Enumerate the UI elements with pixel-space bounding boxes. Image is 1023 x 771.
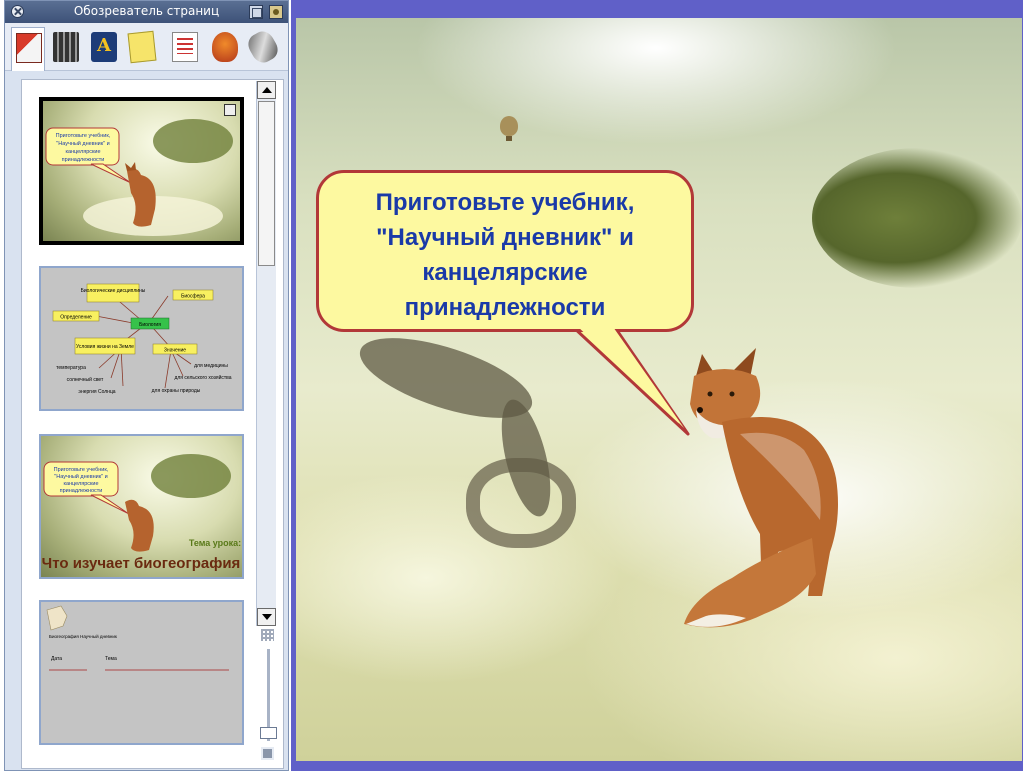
thumb-line: принадлежности (62, 157, 105, 163)
panel-title: Обозреватель страниц (73, 4, 220, 18)
notes-icon (127, 30, 157, 64)
callout-line: принадлежности (404, 294, 606, 321)
map-node: Определение (60, 315, 92, 321)
thumb-line: Тема (105, 656, 117, 662)
map-node: Биология (139, 322, 161, 328)
autohide-icon[interactable] (269, 5, 283, 19)
page-sorter-icon (16, 33, 42, 63)
dock-icon[interactable] (249, 5, 263, 19)
tab-notes[interactable] (125, 27, 159, 67)
slide-canvas-frame: Приготовьте учебник, "Научный дневник" и… (291, 0, 1023, 771)
page-thumbnail-list[interactable]: Приготовьте учебник, "Научный дневник" и… (21, 79, 284, 769)
map-node: Биологические дисциплины (81, 288, 146, 294)
thumb-topic-label: Тема урока: (189, 538, 241, 548)
thumbnail-image: Приготовьте учебник, "Научный дневник" и… (41, 436, 242, 577)
small-thumbnails-icon[interactable] (261, 629, 274, 641)
pen-tools-icon (244, 27, 282, 67)
callout-line: "Научный дневник" и (376, 224, 634, 251)
thumbnail-image: Приготовьте учебник, "Научный дневник" и… (43, 101, 240, 241)
callout-line: канцелярские (422, 259, 588, 286)
thumb-line: канцелярские (63, 481, 98, 487)
tree-image (812, 148, 1022, 288)
scroll-up-icon[interactable] (257, 81, 276, 99)
large-thumbnails-icon[interactable] (261, 747, 274, 760)
page-thumbnail-3[interactable]: Приготовьте учебник, "Научный дневник" и… (39, 434, 244, 579)
scroll-thumb[interactable] (258, 101, 275, 266)
map-node: для охраны природы (152, 388, 201, 394)
thumbnail-size-control (258, 629, 278, 767)
page-thumbnail-1[interactable]: Приготовьте учебник, "Научный дневник" и… (39, 97, 244, 245)
properties-icon (172, 32, 198, 62)
media-icon (53, 32, 79, 62)
thumbnail-size-slider[interactable] (260, 727, 277, 739)
gallery-icon (91, 32, 117, 62)
map-node: солнечный свет (67, 376, 104, 383)
map-node: энергия Солнца (78, 389, 115, 395)
thumb-line: принадлежности (60, 488, 103, 494)
map-node: Значение (164, 348, 186, 354)
page-list-scrollbar[interactable] (256, 81, 276, 626)
thumb-lesson-title: Что изучает биогеография (42, 555, 241, 572)
callout-line: Приготовьте учебник, (375, 189, 635, 216)
page-thumbnail-2[interactable]: Биологические дисциплины Биосфера Опреде… (39, 266, 244, 411)
thumb-line: Биогеография Научный дневник (49, 633, 117, 639)
panel-titlebar[interactable]: Обозреватель страниц (5, 1, 288, 23)
thumb-line: Приготовьте учебник, (54, 467, 109, 473)
spinning-top-icon (212, 32, 238, 62)
hot-air-balloon-image (500, 116, 518, 141)
slide-canvas[interactable]: Приготовьте учебник, "Научный дневник" и… (296, 18, 1022, 761)
map-node: Биосфера (181, 294, 205, 300)
map-node: Условия жизни на Земле (76, 344, 134, 350)
tab-action[interactable] (208, 27, 242, 67)
map-node: температура (56, 365, 86, 371)
page-sorter-panel: Обозреватель страниц A Приготовьте учебн… (4, 0, 289, 771)
fox-image (684, 348, 838, 628)
scroll-down-icon[interactable] (257, 608, 276, 626)
tab-gallery[interactable] (87, 27, 121, 67)
tab-media[interactable] (49, 27, 83, 67)
panel-tabs (5, 23, 288, 71)
tab-page-sorter[interactable] (11, 27, 45, 71)
page-thumbnail-4[interactable]: Биогеография Научный дневник Дата Тема (39, 600, 244, 745)
map-node: для медицины (194, 363, 228, 369)
tab-properties[interactable] (168, 27, 202, 67)
thumb-line: Приготовьте учебник, (56, 133, 111, 139)
tab-tools[interactable] (244, 27, 282, 67)
speech-bubble-callout[interactable]: Приготовьте учебник, "Научный дневник" и… (316, 170, 694, 332)
thumbnail-image: Биологические дисциплины Биосфера Опреде… (41, 268, 242, 409)
thumb-line: "Научный дневник" и (54, 473, 107, 480)
thumb-line: Дата (51, 656, 62, 662)
thumb-line: "Научный дневник" и (56, 140, 109, 147)
page-note-icon (224, 104, 236, 116)
thumbnail-image: Биогеография Научный дневник Дата Тема (41, 602, 242, 743)
callout-text: Приготовьте учебник, "Научный дневник" и… (329, 185, 681, 325)
map-node: для сельского хозяйства (174, 374, 231, 381)
thumb-line: канцелярские (65, 149, 100, 155)
